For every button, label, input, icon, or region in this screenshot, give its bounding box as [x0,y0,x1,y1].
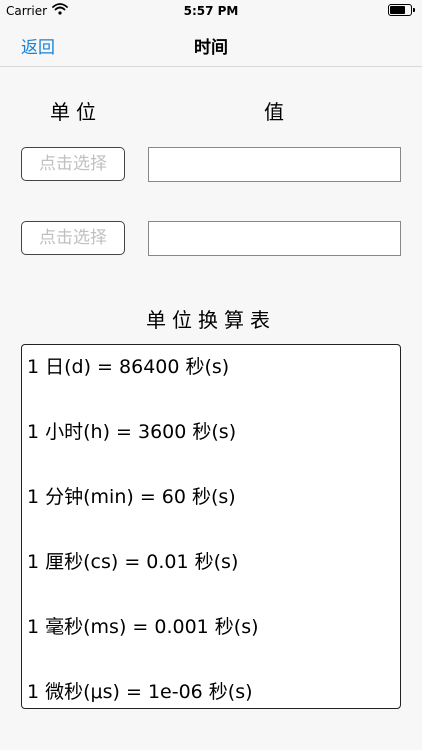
value-input-1[interactable] [148,147,401,182]
page-title: 时间 [194,38,228,58]
conversion-row: 1 日(d) = 86400 秒(s) [27,356,230,378]
status-time: 5:57 PM [183,4,239,18]
conversion-row: 1 分钟(min) = 60 秒(s) [27,486,236,508]
value-input-2[interactable] [148,221,401,256]
unit-select-button-2[interactable]: 点击选择 [21,221,125,255]
conversion-row: 1 微秒(μs) = 1e-06 秒(s) [27,681,253,703]
navigation-bar: 返回 时间 [0,22,422,67]
conversion-table[interactable]: 1 日(d) = 86400 秒(s) 1 小时(h) = 3600 秒(s) … [21,344,401,709]
unit-column-header: 单位 [50,100,102,124]
conversion-row: 1 厘秒(cs) = 0.01 秒(s) [27,551,239,573]
status-bar: Carrier 5:57 PM [0,0,422,22]
unit-select-button-1[interactable]: 点击选择 [21,147,125,181]
conversion-table-title: 单位换算表 [146,308,276,332]
conversion-row: 1 毫秒(ms) = 0.001 秒(s) [27,616,259,638]
conversion-row: 1 小时(h) = 3600 秒(s) [27,421,237,443]
battery-icon [388,4,416,16]
value-column-header: 值 [264,100,290,124]
